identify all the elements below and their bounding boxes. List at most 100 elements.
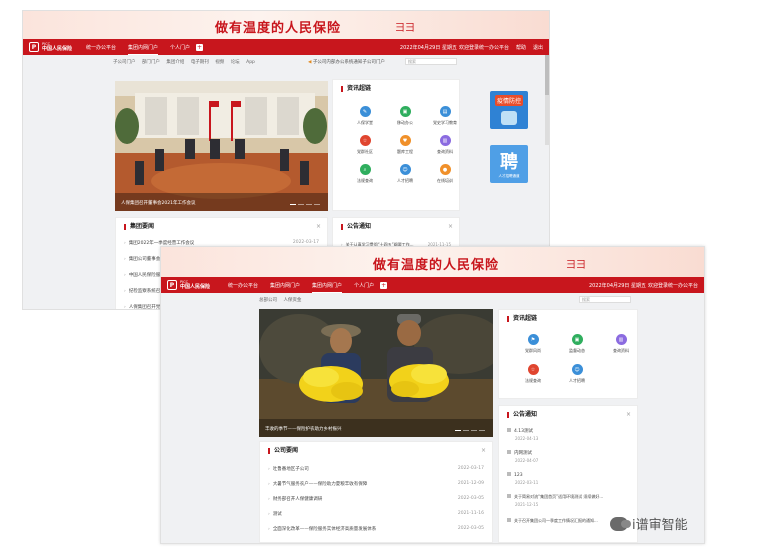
wechat-icon [610, 516, 631, 531]
carousel-dots[interactable] [290, 203, 320, 205]
people-icon: ☺ [399, 164, 411, 175]
nav-welcome: 欢迎登录统一办公平台 [458, 44, 509, 51]
watermark-text: i谱审智能 [632, 518, 688, 533]
crumb-video[interactable]: 视频 [215, 60, 224, 65]
swallow-icon: ⺕⺕ [395, 23, 415, 34]
tile-rb-academy[interactable]: ✎ 人保学堂 [345, 106, 385, 126]
banner: 做有温度的人民保险 ⺕⺕ [23, 11, 549, 39]
crumb-sub-portal[interactable]: 子公司门户 [113, 60, 136, 65]
list-item[interactable]: 123 2022-03-11 [507, 472, 629, 485]
notice-strip[interactable]: ◀ 子公司内部办公系统通知子公司门户 [308, 59, 385, 65]
people-icon: ☺ [571, 364, 583, 375]
nav-personal-portal[interactable]: 个人门户 [170, 44, 190, 51]
quick-links-card: 资讯超链 ✎ 人保学堂 ▣ 移动办公 ▤ 党史学习教育 ☆ 党群社区 ♥ 题库工程 ▥ 查询… [332, 79, 460, 211]
sub-navbar: 子公司门户 部门门户 集团介绍 电子期刊 视频 论坛 App ◀ 子公司内部办公… [23, 55, 549, 68]
meeting-photo [115, 81, 328, 211]
list-item[interactable]: › 测试 2021-11-16 [268, 511, 484, 517]
picc-logo[interactable]: P PICC 中国人民保险 [29, 42, 72, 52]
carousel-caption[interactable]: 人保集团召开董事会2021年工作会议 [121, 200, 195, 206]
crumb-app[interactable]: App [246, 60, 255, 65]
document-icon: ▥ [439, 135, 451, 146]
list-item[interactable]: › 大暑节气服务农户——保险助力夏粮丰收有保障 2021-12-09 [268, 481, 484, 487]
scrollbar-thumb[interactable] [545, 55, 549, 95]
tile-supervision[interactable]: ▣ 监督动态 [555, 334, 599, 354]
tile-question-bank[interactable]: ♥ 题库工程 [385, 135, 425, 155]
carousel-dot[interactable] [290, 203, 296, 205]
tile-party-community[interactable]: ☆ 党群社区 [345, 135, 385, 155]
book-icon: ▤ [439, 106, 451, 117]
company-news-card: 公司要闻 × › 吐鲁番地区子公司 2022-03-17 › 大暑节气服务农户——保险… [259, 441, 493, 543]
nav-group-portal[interactable]: 集团内网门户 [270, 282, 300, 289]
quick-links-title: 资讯超链 [507, 316, 537, 322]
tile-query-docs[interactable]: ▥ 查询资料 [425, 135, 465, 155]
tile-online-training[interactable]: ● 在线培训 [425, 164, 465, 184]
list-item[interactable]: › 全面深化改革——保险服务实体经济高质量发展体系 2022-03-05 [268, 526, 484, 532]
close-icon[interactable]: × [448, 223, 453, 230]
quick-links-card: 资讯超链 ⚑ 党群风尚 ▣ 监督动态 ▥ 查询资料 ☆ 法规查询 ☺ 人才招聘 [498, 309, 638, 399]
tile-regulations[interactable]: ☆ 法规查询 [511, 364, 555, 384]
tile-query-docs[interactable]: ▥ 查询资料 [599, 334, 643, 354]
close-icon[interactable]: × [481, 447, 486, 454]
carousel-dot[interactable] [471, 429, 477, 431]
sub-navbar: 总部公司 人保资金 搜索 [161, 293, 704, 306]
nav-group-portal-2[interactable]: 集团内网门户 [312, 282, 343, 293]
recruit-ad[interactable]: 聘 人才招聘通道 [490, 145, 528, 183]
speaker-icon [507, 428, 511, 432]
crumb-hq[interactable]: 总部公司 [259, 298, 277, 303]
picc-logo-icon: P [167, 280, 177, 290]
tile-party-style[interactable]: ⚑ 党群风尚 [511, 334, 555, 354]
add-tab-button[interactable]: + [380, 281, 388, 289]
epidemic-ad-label: 疫情防控 [495, 95, 523, 106]
photo-carousel[interactable]: 丰收的季节——保险护农助力乡村振兴 [259, 309, 493, 437]
chart-icon: ▣ [571, 334, 583, 345]
crumb-dept-portal[interactable]: 部门门户 [142, 60, 160, 65]
photo-carousel[interactable]: 人保集团召开董事会2021年工作会议 [115, 81, 328, 211]
megaphone-icon: ◀ [308, 59, 312, 65]
nav-personal-portal[interactable]: 个人门户 [354, 282, 374, 289]
close-icon[interactable]: × [316, 223, 321, 230]
carousel-dot[interactable] [314, 203, 320, 205]
speaker-icon [507, 518, 511, 522]
location-icon: ● [439, 164, 451, 175]
tile-party-history[interactable]: ▤ 党史学习教育 [425, 106, 465, 126]
tile-mobile-office[interactable]: ▣ 移动办公 [385, 106, 425, 126]
heart-icon: ♥ [399, 135, 411, 146]
tile-recruitment[interactable]: ☺ 人才招聘 [385, 164, 425, 184]
banner-slogan: 做有温度的人民保险 [215, 21, 342, 36]
nav-group-portal[interactable]: 集团内网门户 [128, 44, 159, 55]
nav-unified-platform[interactable]: 统一办公平台 [86, 44, 116, 51]
list-item[interactable]: › 财务部召开人保健康调研 2022-03-05 [268, 496, 484, 502]
banner-slogan: 做有温度的人民保险 [373, 258, 500, 273]
help-link[interactable]: 帮助 [516, 44, 526, 51]
notice-title: 公告通知 [341, 224, 371, 230]
tile-regulations[interactable]: ⌕ 法规查询 [345, 164, 385, 184]
carousel-dot[interactable] [306, 203, 312, 205]
picc-logo[interactable]: P PICC 中国人民保险 [167, 280, 210, 290]
academy-icon: ✎ [359, 106, 371, 117]
carousel-dots[interactable] [455, 429, 485, 431]
logout-link[interactable]: 退出 [533, 44, 543, 51]
crumb-forum[interactable]: 论坛 [231, 60, 240, 65]
epidemic-ad[interactable]: 疫情防控 [490, 91, 528, 129]
list-item[interactable]: 关于简易对流“集团首页”适用环境测试 须续做好... 2021-12-15 [507, 494, 629, 507]
nav-unified-platform[interactable]: 统一办公平台 [228, 282, 258, 289]
crumb-group-intro[interactable]: 集团介绍 [166, 60, 184, 65]
list-item[interactable]: 内网测试 2022-04-07 [507, 450, 629, 463]
carousel-caption[interactable]: 丰收的季节——保险护农助力乡村振兴 [265, 426, 342, 432]
close-icon[interactable]: × [626, 411, 631, 418]
list-item[interactable]: › 吐鲁番地区子公司 2022-03-17 [268, 466, 484, 472]
carousel-dot[interactable] [455, 429, 461, 431]
notice-strip-text: 子公司内部办公系统通知子公司门户 [312, 59, 385, 65]
search-input[interactable]: 搜索 [579, 296, 631, 303]
list-item[interactable]: 4.13测试 2022-04-13 [507, 428, 629, 441]
crumb-ejournal[interactable]: 电子期刊 [191, 60, 209, 65]
search-input[interactable]: 搜索 [405, 58, 457, 65]
carousel-dot[interactable] [463, 429, 469, 431]
document-icon: ▥ [615, 334, 627, 345]
carousel-dot[interactable] [298, 203, 304, 205]
speaker-icon [507, 472, 511, 476]
crumb-rb-fund[interactable]: 人保资金 [283, 298, 301, 303]
tile-recruitment[interactable]: ☺ 人才招聘 [555, 364, 599, 384]
carousel-dot[interactable] [479, 429, 485, 431]
add-tab-button[interactable]: + [196, 43, 204, 51]
